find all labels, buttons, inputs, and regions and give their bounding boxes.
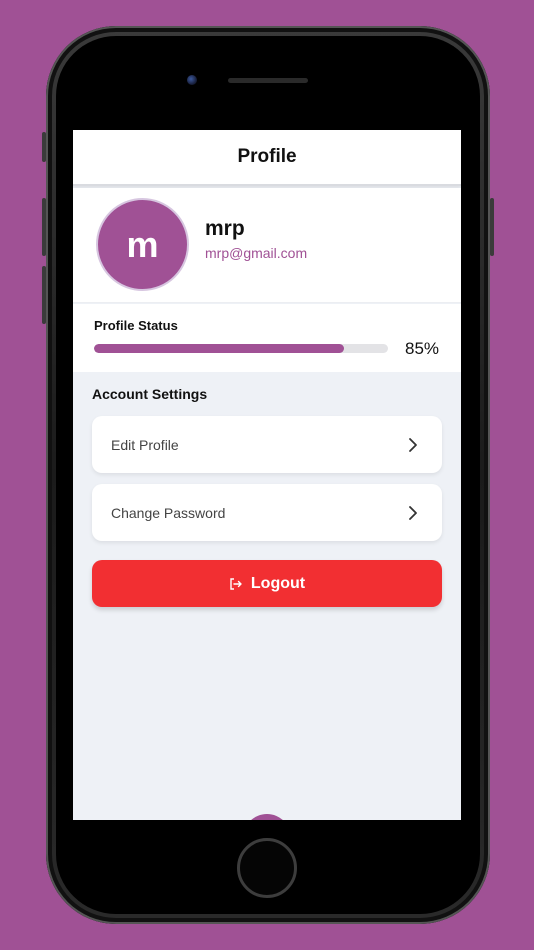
page-title: Profile bbox=[237, 146, 297, 167]
front-camera bbox=[187, 75, 197, 85]
profile-status-card: Profile Status 85% bbox=[73, 304, 461, 372]
profile-progress-percent: 85% bbox=[405, 339, 440, 358]
home-button[interactable] bbox=[237, 838, 297, 898]
logout-icon bbox=[230, 577, 242, 590]
profile-card: m mrp mrp@gmail.com bbox=[73, 188, 461, 303]
user-email: mrp@gmail.com bbox=[205, 245, 308, 261]
change-password-label: Change Password bbox=[111, 504, 226, 521]
user-name: mrp bbox=[205, 217, 245, 240]
change-password-button[interactable]: Change Password bbox=[92, 484, 442, 541]
bottom-nav-fab[interactable] bbox=[243, 814, 291, 820]
profile-status-label: Profile Status bbox=[94, 318, 178, 333]
app-header: Profile bbox=[73, 130, 461, 186]
logout-label: Logout bbox=[250, 574, 306, 592]
profile-progress-fill bbox=[94, 344, 344, 353]
earpiece-speaker bbox=[228, 78, 308, 83]
chevron-right-icon bbox=[409, 437, 417, 452]
volume-up-button bbox=[42, 198, 46, 256]
edit-profile-label: Edit Profile bbox=[111, 436, 179, 453]
power-button bbox=[490, 198, 494, 256]
profile-progress-bar bbox=[94, 344, 388, 353]
volume-down-button bbox=[42, 266, 46, 324]
chevron-right-icon bbox=[409, 505, 417, 520]
avatar[interactable]: m bbox=[96, 198, 189, 291]
mute-switch bbox=[42, 132, 46, 162]
account-settings-title: Account Settings bbox=[92, 386, 208, 402]
edit-profile-button[interactable]: Edit Profile bbox=[92, 416, 442, 473]
logout-button[interactable]: Logout bbox=[92, 560, 442, 607]
app-screen: Profile m mrp mrp@gmail.com Profile Stat… bbox=[73, 130, 461, 820]
